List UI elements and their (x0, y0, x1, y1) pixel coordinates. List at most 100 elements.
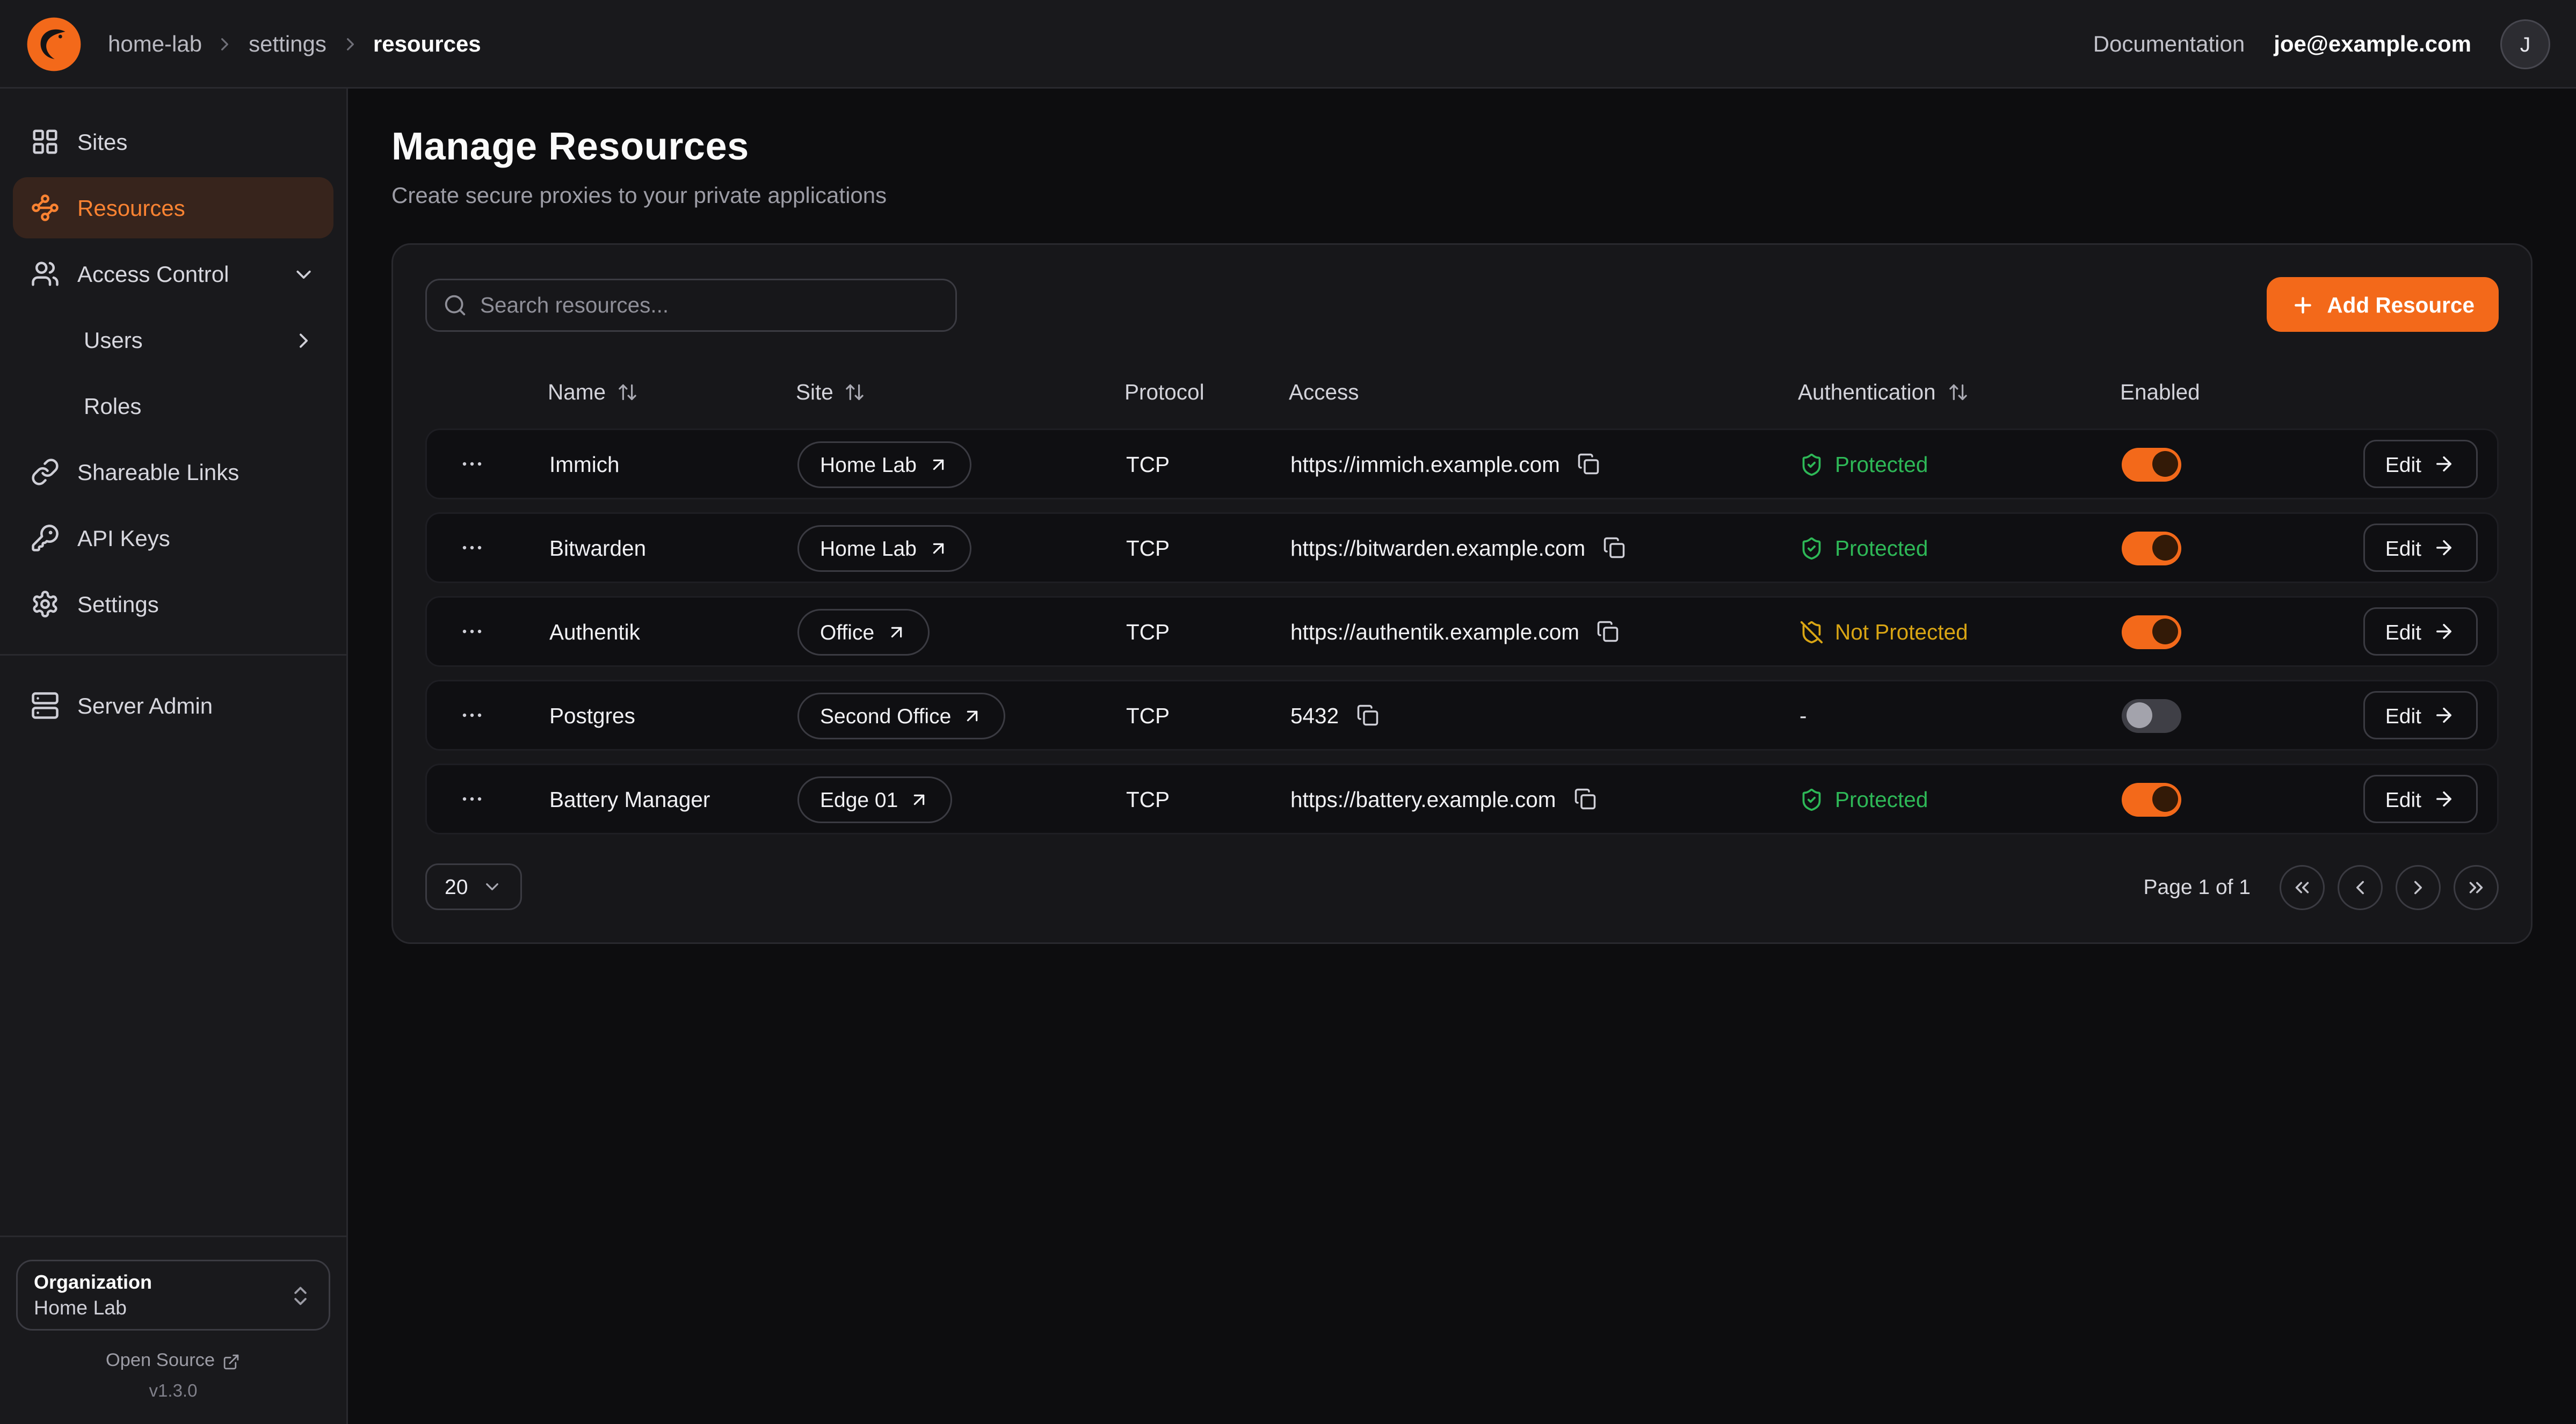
resources-card: Add Resource Name Site (391, 243, 2533, 944)
org-switcher-title: Organization (34, 1271, 152, 1294)
resource-name: Bitwarden (517, 536, 797, 560)
edit-button[interactable]: Edit (2363, 440, 2478, 488)
page-subtitle: Create secure proxies to your private ap… (391, 182, 2533, 208)
copy-button[interactable] (1594, 617, 1623, 646)
auth-status-badge: Protected (1799, 787, 1928, 811)
site-link-button[interactable]: Second Office (797, 692, 1006, 739)
enabled-toggle[interactable] (2122, 531, 2181, 565)
breadcrumb-item-org[interactable]: home-lab (108, 31, 202, 56)
copy-button[interactable] (1600, 533, 1629, 562)
enabled-toggle[interactable] (2122, 447, 2181, 481)
page-size-value: 20 (445, 875, 468, 899)
site-link-button[interactable]: Home Lab (797, 525, 971, 571)
org-switcher[interactable]: Organization Home Lab (16, 1260, 330, 1331)
arrow-right-icon (2433, 704, 2455, 726)
add-resource-button[interactable]: Add Resource (2267, 277, 2499, 332)
access-url: https://authentik.example.com (1290, 620, 1579, 644)
resource-name: Battery Manager (517, 787, 797, 811)
copy-icon (1573, 788, 1596, 810)
page-info: Page 1 of 1 (2144, 875, 2251, 899)
sidebar-item-sites[interactable]: Sites (13, 111, 333, 172)
edit-button[interactable]: Edit (2363, 524, 2478, 572)
sidebar-item-settings[interactable]: Settings (13, 573, 333, 635)
first-page-button[interactable] (2280, 864, 2325, 910)
org-switcher-value: Home Lab (34, 1297, 152, 1319)
ellipsis-icon (459, 786, 485, 812)
sidebar-item-api-keys[interactable]: API Keys (13, 507, 333, 569)
page-title: Manage Resources (391, 126, 2533, 171)
prev-page-button[interactable] (2338, 864, 2383, 910)
pagination: Page 1 of 1 (2144, 864, 2499, 910)
row-menu-button[interactable] (453, 612, 491, 651)
edit-button[interactable]: Edit (2363, 691, 2478, 739)
breadcrumb-item-resources[interactable]: resources (373, 31, 481, 56)
sidebar-item-roles[interactable]: Roles (13, 375, 333, 437)
copy-button[interactable] (1570, 784, 1599, 813)
access-port: 5432 (1290, 703, 1339, 728)
sidebar-item-server-admin[interactable]: Server Admin (13, 675, 333, 736)
chevrons-left-icon (2291, 876, 2313, 898)
header-enabled: Enabled (2120, 380, 2342, 404)
open-source-link[interactable]: Open Source (16, 1352, 330, 1371)
last-page-button[interactable] (2454, 864, 2499, 910)
row-menu-button[interactable] (453, 445, 491, 483)
avatar[interactable]: J (2500, 19, 2550, 69)
sidebar-item-shareable-links[interactable]: Shareable Links (13, 441, 333, 503)
edit-button[interactable]: Edit (2363, 607, 2478, 656)
documentation-link[interactable]: Documentation (2093, 31, 2245, 56)
site-link-button[interactable]: Office (797, 608, 929, 655)
chevrons-right-icon (2465, 876, 2487, 898)
enabled-toggle[interactable] (2122, 699, 2181, 732)
ellipsis-icon (459, 619, 485, 644)
next-page-button[interactable] (2396, 864, 2441, 910)
sidebar-item-label: Access Control (77, 261, 229, 287)
users-icon (31, 259, 60, 288)
site-link-button[interactable]: Home Lab (797, 441, 971, 488)
table-row: Authentik Office TCP https://authentik.e… (425, 596, 2499, 667)
row-menu-button[interactable] (453, 696, 491, 735)
arrow-right-icon (2433, 536, 2455, 559)
user-email[interactable]: joe@example.com (2274, 31, 2471, 56)
auth-status-badge: Protected (1799, 452, 1928, 476)
table-header: Name Site Protocol Access Authentication (425, 364, 2499, 419)
access-url: https://immich.example.com (1290, 452, 1560, 476)
breadcrumb-item-settings[interactable]: settings (249, 31, 326, 56)
arrow-right-icon (2433, 453, 2455, 475)
site-link-button[interactable]: Edge 01 (797, 776, 953, 823)
sort-icon[interactable] (617, 381, 638, 402)
sidebar-item-users[interactable]: Users (13, 309, 333, 370)
sort-icon[interactable] (1947, 381, 1968, 402)
copy-button[interactable] (1353, 701, 1382, 730)
auth-status-badge: - (1799, 703, 1807, 728)
auth-status-badge: Protected (1799, 536, 1928, 560)
page-size-select[interactable]: 20 (425, 863, 523, 910)
sidebar-item-access-control[interactable]: Access Control (13, 243, 333, 304)
row-menu-button[interactable] (453, 780, 491, 818)
enabled-toggle[interactable] (2122, 615, 2181, 649)
sort-icon[interactable] (845, 381, 866, 402)
chevron-down-icon (482, 876, 503, 897)
search-input[interactable] (425, 278, 957, 331)
ellipsis-icon (459, 535, 485, 561)
site-name: Office (820, 620, 874, 644)
site-name: Home Lab (820, 536, 917, 560)
sidebar-item-resources[interactable]: Resources (13, 177, 333, 238)
app: home-lab settings resources Documentatio… (0, 0, 2576, 1424)
enabled-toggle[interactable] (2122, 782, 2181, 816)
table-row: Battery Manager Edge 01 TCP https://batt… (425, 764, 2499, 834)
site-name: Edge 01 (820, 787, 898, 811)
app-logo-icon[interactable] (26, 16, 82, 72)
open-source-label: Open Source (106, 1352, 215, 1371)
copy-button[interactable] (1574, 449, 1603, 478)
row-menu-button[interactable] (453, 528, 491, 567)
breadcrumb: home-lab settings resources (108, 31, 481, 56)
copy-icon (1356, 704, 1379, 726)
table-row: Postgres Second Office TCP 5432 - Edit (425, 680, 2499, 751)
server-icon (31, 691, 60, 720)
auth-status-badge: Not Protected (1799, 620, 1968, 644)
protocol: TCP (1126, 703, 1290, 728)
waypoints-icon (31, 193, 60, 222)
card-toolbar: Add Resource (425, 277, 2499, 332)
edit-button[interactable]: Edit (2363, 775, 2478, 823)
sidebar-item-label: Server Admin (77, 693, 213, 718)
